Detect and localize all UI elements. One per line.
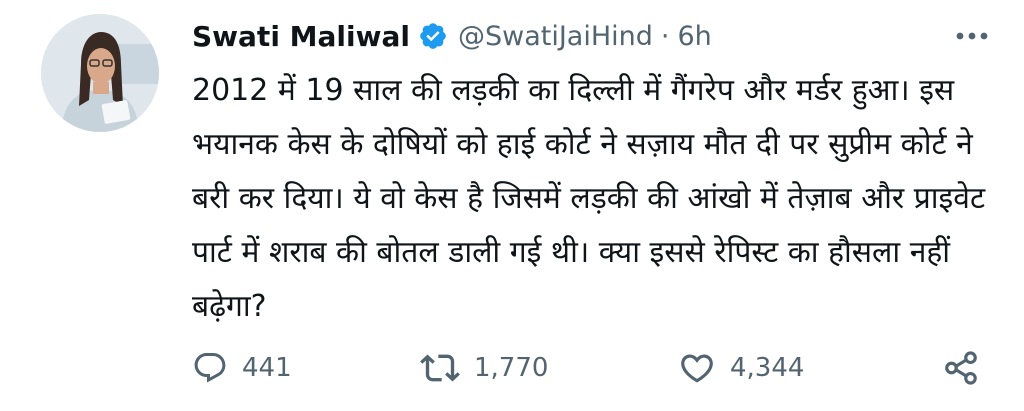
like-count: 4,344	[730, 353, 805, 383]
tweet-text: 2012 में 19 साल की लड़की का दिल्ली में ग…	[192, 73, 986, 324]
tweet-header: Swati Maliwal @SwatiJaiHind · 6h	[192, 14, 994, 58]
retweet-button[interactable]: 1,770	[420, 344, 548, 392]
reply-button[interactable]: 441	[192, 344, 292, 392]
more-options-button[interactable]	[950, 14, 994, 58]
user-handle[interactable]: @SwatiJaiHind	[458, 21, 653, 52]
share-button[interactable]	[942, 344, 980, 392]
more-icon	[956, 32, 988, 40]
separator-dot: ·	[660, 20, 670, 52]
tweet-actions: 441 1,770 4,344	[192, 344, 982, 392]
reply-icon	[194, 353, 226, 383]
retweet-count: 1,770	[474, 353, 549, 383]
heart-icon	[681, 354, 713, 383]
timestamp[interactable]: 6h	[678, 21, 712, 52]
avatar-photo	[41, 14, 159, 132]
avatar[interactable]	[41, 14, 159, 132]
share-icon	[945, 351, 977, 385]
retweet-icon	[420, 354, 460, 382]
display-name[interactable]: Swati Maliwal	[192, 20, 410, 53]
verified-badge-icon	[420, 23, 446, 49]
like-button[interactable]: 4,344	[678, 344, 804, 392]
reply-count: 441	[242, 353, 292, 383]
